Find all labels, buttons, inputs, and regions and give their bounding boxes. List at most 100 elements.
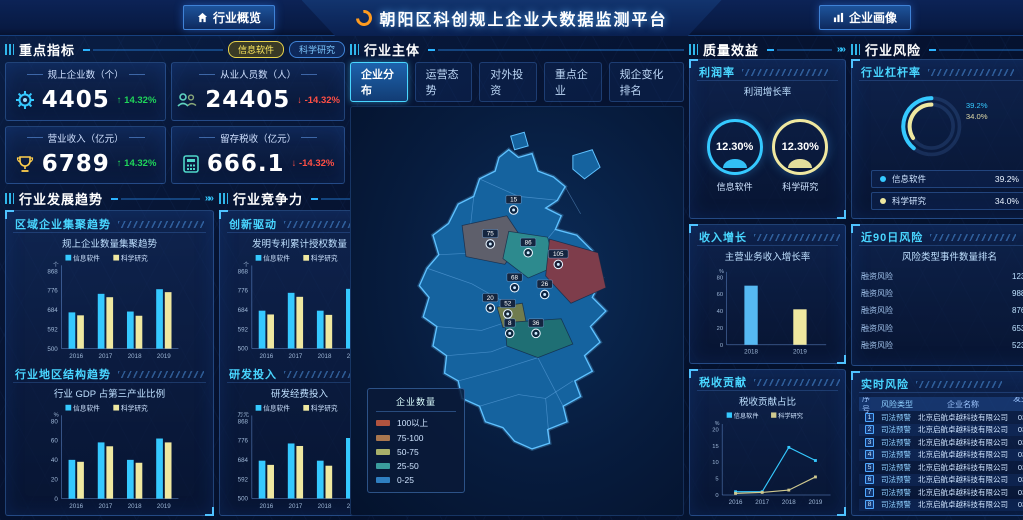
svg-text:信息软件: 信息软件	[263, 254, 290, 263]
subsection-title: 利润率	[699, 64, 735, 80]
row-time: 03-16	[1012, 475, 1023, 484]
map-legend-row: 75-100	[376, 433, 456, 443]
svg-text:2018: 2018	[782, 499, 796, 506]
svg-text:信息软件: 信息软件	[73, 404, 100, 413]
page-title-wrap: 朝阳区科创规上企业大数据监测平台	[355, 0, 667, 36]
risk-bar-row: 融资风险 876	[861, 305, 1023, 316]
tab[interactable]: 企业分布	[350, 62, 408, 102]
row-risk-type: 司法预警	[881, 449, 914, 460]
svg-text:2018: 2018	[318, 503, 332, 510]
svg-text:68: 68	[511, 274, 519, 281]
main-tabs: 企业分布运营态势对外投资重点企业规企变化排名	[350, 62, 684, 102]
svg-text:2016: 2016	[729, 499, 743, 506]
chart-section-agglomeration: 区域企业集聚趋势 规上企业数量集聚趋势 信息软件科学研究500592684776…	[13, 216, 206, 363]
svg-text:%: %	[54, 412, 59, 418]
row-risk-type: 司法预警	[881, 499, 914, 510]
section-bars-icon	[5, 44, 14, 55]
risk-type-ranking: 融资风险 1234 融资风险 988 融资风险 876 融资风险	[859, 263, 1023, 361]
risk-bar-row: 融资风险 988	[861, 288, 1023, 299]
row-number-badge: 3	[865, 438, 874, 447]
tab[interactable]: 对外投资	[479, 62, 537, 102]
svg-text:20: 20	[487, 295, 495, 302]
category-chip[interactable]: 信息软件	[228, 41, 284, 58]
stat-value: 666.1	[207, 151, 285, 177]
map-legend: 企业数量 100以上 75-100 50-75	[367, 388, 465, 493]
section-bars-icon	[350, 44, 359, 55]
svg-text:868: 868	[238, 268, 249, 275]
row-risk-type: 司法预警	[881, 474, 914, 485]
more-link[interactable]: »»	[205, 193, 214, 204]
row-company-name: 北京启航卓越科技有限公司	[918, 449, 1008, 460]
svg-text:2016: 2016	[259, 503, 273, 510]
leverage-legend: 信息软件 39.2% 科学研究 34.0%	[871, 170, 1023, 210]
chart-title: 规上企业数量集聚趋势	[13, 236, 206, 250]
realtime-risk-table: 序号 风险类型 企业名称 发生时间 1 司法预警 北京启航卓越科技有限公司 03…	[859, 397, 1023, 511]
svg-text:36: 36	[532, 320, 540, 327]
nav-enterprise-portrait[interactable]: 企业画像	[819, 5, 911, 30]
subsection-title: 收入增长	[699, 229, 747, 245]
row-time: 03-16	[1012, 413, 1023, 422]
income-card: 收入增长 主营业务收入增长率 020406080%20182019	[689, 224, 846, 364]
hatch-decoration	[754, 234, 840, 241]
row-number-badge: 6	[865, 475, 874, 484]
more-link[interactable]: »»	[837, 44, 846, 55]
svg-text:776: 776	[238, 438, 249, 445]
platform-logo-icon	[352, 7, 375, 30]
risk-bar-track	[903, 343, 1006, 348]
svg-text:%: %	[719, 269, 724, 275]
row-time: 03-16	[1012, 463, 1023, 472]
tab[interactable]: 规企变化排名	[609, 62, 684, 102]
section-bars-icon	[689, 44, 698, 55]
legend-label: 100以上	[397, 417, 428, 429]
svg-text:86: 86	[525, 239, 533, 246]
risk-bar-value: 876	[1012, 306, 1023, 315]
row-risk-type: 司法预警	[881, 462, 914, 473]
nav-industry-overview[interactable]: 行业概览	[183, 5, 275, 30]
svg-text:26: 26	[541, 281, 549, 288]
legend-swatch	[376, 449, 390, 455]
stat-card-tax: 留存税收（亿元） 666.1 ↓ -14.32%	[171, 126, 345, 185]
legend-swatch	[376, 420, 390, 426]
map-legend-row: 0-25	[376, 475, 456, 485]
agglomeration-bar-chart: 信息软件科学研究500592684776868个2016201720182019	[13, 250, 206, 363]
tab[interactable]: 重点企业	[544, 62, 602, 102]
legend-dot	[880, 176, 886, 182]
header-line	[83, 48, 223, 51]
hatch-decoration	[754, 379, 840, 386]
stat-label: 留存税收（亿元）	[176, 129, 340, 147]
income-bar-chart: 020406080%20182019	[697, 263, 838, 359]
row-time: 03-16	[1012, 438, 1023, 447]
stat-label: 规上企业数（个）	[10, 65, 161, 83]
tab[interactable]: 运营态势	[415, 62, 473, 102]
stat-delta: ↑ 14.32%	[117, 95, 157, 106]
row-number-badge: 8	[865, 500, 874, 509]
svg-text:2018: 2018	[128, 353, 142, 360]
subsection-title: 实时风险	[861, 376, 909, 392]
subsection-title: 税收贡献	[699, 374, 747, 390]
category-chip[interactable]: 科学研究	[289, 41, 345, 58]
map-legend-row: 25-50	[376, 461, 456, 471]
svg-text:2016: 2016	[69, 353, 83, 360]
page-title: 朝阳区科创规上企业大数据监测平台	[379, 6, 667, 30]
chart-title: 税收贡献占比	[697, 394, 838, 408]
svg-text:15: 15	[712, 444, 718, 450]
svg-text:592: 592	[238, 326, 249, 333]
row-company-name: 北京启航卓越科技有限公司	[918, 412, 1008, 423]
legend-value: 34.0%	[995, 196, 1019, 206]
svg-text:20: 20	[712, 427, 718, 433]
risk-bar-row: 融资风险 523	[861, 340, 1023, 351]
center-column: 行业主体 企业分布运营态势对外投资重点企业规企变化排名	[350, 40, 684, 516]
district-map: 15758610568262052836 企业数量 100以上 75-100	[350, 106, 684, 516]
row-time: 03-16	[1012, 450, 1023, 459]
risk-bar-label: 融资风险	[861, 323, 897, 334]
industry-trend-panel: 行业发展趋势 »» 区域企业集聚趋势 规上企业数量集聚趋势 信息软件科学研究50…	[5, 189, 214, 516]
legend-swatch	[376, 463, 390, 469]
legend-label: 0-25	[397, 475, 414, 485]
svg-text:0: 0	[715, 493, 718, 499]
risk-bar-label: 融资风险	[861, 340, 897, 351]
profit-gauges: 12.30% 信息软件 12.30% 科学研究	[697, 98, 838, 214]
stat-value: 6789	[42, 151, 110, 177]
risk-title: 行业风险	[865, 40, 921, 59]
risk-bar-label: 融资风险	[861, 288, 897, 299]
leverage-legend-item: 科学研究 34.0%	[871, 192, 1023, 210]
